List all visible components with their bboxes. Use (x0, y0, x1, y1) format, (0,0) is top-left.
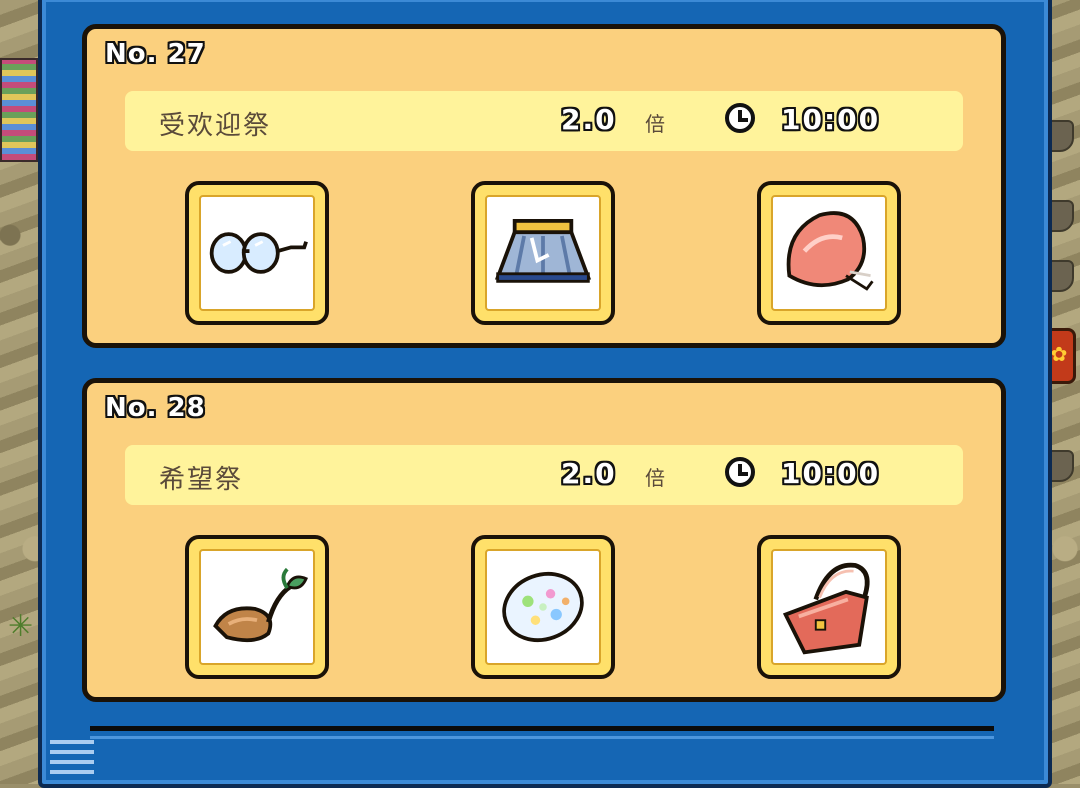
item-slot-cap[interactable] (757, 181, 901, 325)
clock-icon (725, 457, 755, 487)
item-slot-gem[interactable] (471, 535, 615, 679)
cap-icon (786, 211, 874, 291)
item-slot-seed[interactable] (185, 535, 329, 679)
handbag-icon (782, 562, 870, 655)
list-divider-shine (90, 736, 994, 739)
corner-decoration (50, 734, 94, 774)
skirt-icon (494, 219, 592, 283)
festival-time: 10:00 (781, 457, 881, 490)
festival-card: No. 27 受欢迎祭 2.0 倍 10:00 (82, 24, 1006, 348)
item-slot-handbag[interactable] (757, 535, 901, 679)
multiplier-value: 2.0 (561, 457, 617, 490)
clock-icon (725, 103, 755, 133)
festival-number: No. 27 (105, 39, 206, 69)
festival-number: No. 28 (105, 393, 206, 423)
festival-name: 受欢迎祭 (159, 111, 272, 141)
item-slot-skirt[interactable] (471, 181, 615, 325)
list-divider (90, 726, 994, 731)
multiplier-value: 2.0 (561, 103, 617, 136)
building-icon (0, 58, 38, 162)
festival-time: 10:00 (781, 103, 881, 136)
festival-list-window: No. 27 受欢迎祭 2.0 倍 10:00 No. 28 希望祭 2.0 倍… (38, 0, 1052, 788)
festival-info-bar: 希望祭 2.0 倍 10:00 (125, 445, 963, 505)
item-slot-glasses[interactable] (185, 181, 329, 325)
multiplier-unit: 倍 (645, 112, 665, 136)
festival-card: No. 28 希望祭 2.0 倍 10:00 (82, 378, 1006, 702)
festival-name: 希望祭 (159, 465, 244, 495)
multiplier-unit: 倍 (645, 466, 665, 490)
seed-sprout-icon (213, 567, 308, 643)
shrub-icon: ✳ (8, 609, 34, 644)
glasses-icon (209, 232, 308, 274)
festival-info-bar: 受欢迎祭 2.0 倍 10:00 (125, 91, 963, 151)
opal-gem-icon (502, 572, 584, 642)
